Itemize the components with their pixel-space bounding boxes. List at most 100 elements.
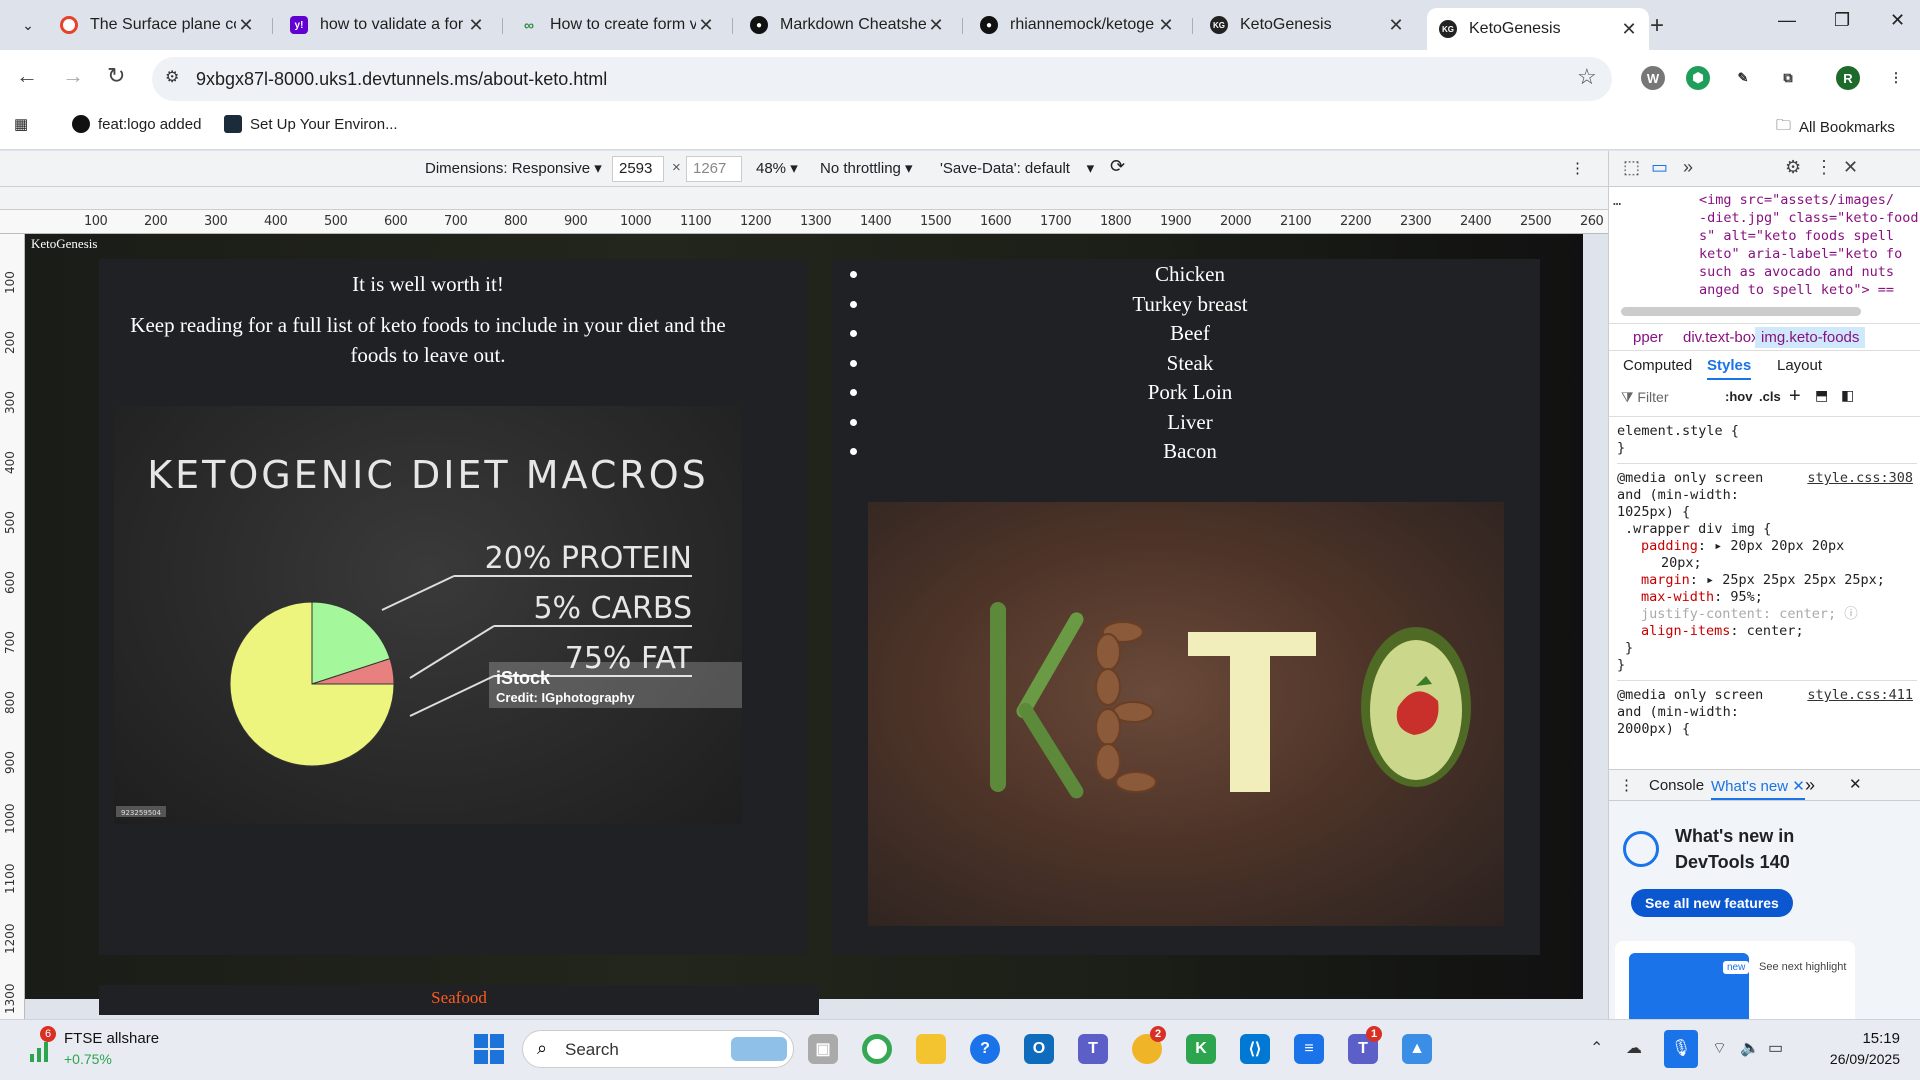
close-tab-icon[interactable]: ✕ — [1386, 15, 1406, 36]
tab-whats-new[interactable]: What's new ✕ — [1711, 777, 1805, 800]
horizontal-scrollbar[interactable] — [1621, 307, 1861, 316]
volume-icon[interactable]: 🔈 — [1740, 1038, 1760, 1058]
show-hidden-icons[interactable]: ⌃ — [1590, 1038, 1603, 1058]
vscode-icon[interactable]: ⟨⟩ — [1240, 1034, 1270, 1064]
tab-surface-plane[interactable]: The Surface plane co ✕ — [48, 8, 266, 42]
onedrive-icon[interactable]: ☁ — [1626, 1038, 1642, 1058]
shield-ext-icon[interactable]: ⬢ — [1686, 66, 1710, 90]
battery-icon[interactable]: ▭ — [1768, 1038, 1783, 1058]
drawer-more-icon[interactable]: » — [1805, 775, 1815, 796]
save-data-dropdown[interactable]: 'Save-Data': default ▾ — [940, 159, 1094, 177]
chrome-icon[interactable] — [862, 1034, 892, 1064]
throttling-dropdown[interactable]: No throttling ▾ — [820, 159, 913, 177]
file-explorer-icon[interactable] — [916, 1034, 946, 1064]
next-highlight-link[interactable]: See next highlight — [1759, 961, 1846, 973]
close-tab-icon[interactable]: ✕ — [696, 15, 716, 36]
close-tab-icon[interactable]: ✕ — [1156, 15, 1176, 36]
hov-button[interactable]: :hov — [1725, 389, 1752, 404]
photos-icon[interactable]: ▲ — [1402, 1034, 1432, 1064]
ellipsis-icon[interactable]: … — [1613, 193, 1621, 209]
help-icon[interactable]: ? — [970, 1034, 1000, 1064]
stock-change: +0.75% — [64, 1051, 112, 1067]
element-style-rule[interactable]: element.style { — [1617, 423, 1917, 440]
avatar[interactable]: R — [1836, 66, 1860, 90]
sidebar-toggle-icon[interactable]: ◧ — [1841, 387, 1854, 404]
close-drawer-icon[interactable]: ✕ — [1849, 775, 1862, 793]
tab-markdown-cheatsheet[interactable]: ● Markdown Cheatshe ✕ — [738, 8, 956, 42]
zoom-dropdown[interactable]: 48% ▾ — [756, 159, 798, 177]
tab-search-button[interactable]: ⌄ — [12, 9, 44, 41]
breadcrumb-item[interactable]: div.text-box — [1683, 329, 1759, 346]
taskbar-search[interactable]: ⌕ Search — [522, 1030, 794, 1068]
wifi-icon[interactable]: ⌔ — [1712, 1038, 1727, 1058]
site-info-icon[interactable]: ⚙ — [165, 67, 179, 87]
wordpress-ext-icon[interactable]: W — [1641, 66, 1665, 90]
tab-styles[interactable]: Styles — [1707, 357, 1752, 380]
microphone-icon[interactable]: 🎙 — [1664, 1030, 1698, 1068]
width-input[interactable]: 2593 — [612, 156, 664, 182]
close-tab-icon[interactable]: ✕ — [926, 15, 946, 36]
outlook-icon[interactable]: O — [1024, 1034, 1054, 1064]
apps-icon[interactable]: ▦ — [14, 115, 28, 133]
css-selector[interactable]: .wrapper div img { — [1617, 521, 1917, 538]
source-link[interactable]: style.css:411 — [1807, 687, 1913, 704]
close-devtools-icon[interactable]: ✕ — [1843, 157, 1858, 178]
filter-input[interactable]: ⧩ Filter — [1621, 389, 1669, 406]
stock-name[interactable]: FTSE allshare — [64, 1030, 159, 1047]
task-view-icon[interactable]: ▣ — [808, 1034, 838, 1064]
more-tabs-icon[interactable]: » — [1683, 157, 1693, 178]
see-all-features-button[interactable]: See all new features — [1631, 889, 1793, 917]
extensions-icon[interactable]: ⧉ — [1776, 66, 1800, 90]
tab-rhiannemock-repo[interactable]: ● rhiannemock/ketoge ✕ — [968, 8, 1186, 42]
clock-time[interactable]: 15:19 — [1820, 1030, 1900, 1047]
new-rule-icon[interactable]: + — [1789, 385, 1801, 408]
close-tab-icon[interactable]: ✕ — [466, 15, 486, 36]
start-icon[interactable] — [474, 1034, 504, 1064]
reload-icon[interactable]: ↻ — [107, 63, 125, 89]
tab-ketogenesis[interactable]: KG KetoGenesis ✕ — [1198, 8, 1416, 42]
settings-icon[interactable]: ⚙ — [1785, 157, 1801, 178]
tab-layout[interactable]: Layout — [1777, 357, 1822, 374]
maximize-icon[interactable]: ❐ — [1834, 10, 1850, 31]
html-snippet[interactable]: <img src="assets/images/ -diet.jpg" clas… — [1699, 191, 1918, 299]
keto-app-icon[interactable]: K — [1186, 1034, 1216, 1064]
drawer-menu-icon[interactable]: ⋮ — [1619, 776, 1634, 794]
close-tab-icon[interactable]: ✕ — [1619, 19, 1639, 40]
pen-ext-icon[interactable]: ✎ — [1731, 66, 1755, 90]
forward-icon[interactable]: → — [62, 63, 84, 89]
dimensions-dropdown[interactable]: Dimensions: Responsive ▾ — [425, 159, 602, 177]
source-link[interactable]: style.css:308 — [1807, 470, 1913, 487]
copilot-icon[interactable]: 2 — [1132, 1026, 1166, 1064]
menu-icon[interactable]: ⋮ — [1884, 66, 1908, 90]
new-tab-button[interactable]: + — [1650, 12, 1664, 40]
tab-console[interactable]: Console — [1649, 777, 1704, 794]
close-window-icon[interactable]: ✕ — [1890, 10, 1905, 31]
tab-create-form[interactable]: ∞ How to create form v ✕ — [508, 8, 726, 42]
device-toggle-icon[interactable]: ▭ — [1651, 157, 1668, 178]
breadcrumb-item-selected[interactable]: img.keto-foods — [1755, 327, 1866, 348]
devtools-menu-icon[interactable]: ⋮ — [1815, 157, 1833, 178]
bookmark-feat-logo[interactable]: feat:logo added — [72, 115, 201, 133]
teams-work-icon[interactable]: T 1 — [1348, 1026, 1382, 1064]
cls-button[interactable]: .cls — [1759, 389, 1781, 404]
bookmark-star-icon[interactable]: ☆ — [1577, 64, 1597, 90]
stock-chart-icon[interactable]: 6 — [26, 1026, 56, 1064]
inspect-icon[interactable]: ⬚ — [1623, 157, 1640, 178]
bookmark-setup-env[interactable]: Set Up Your Environ... — [224, 115, 398, 133]
rotate-icon[interactable]: ⟳ — [1110, 156, 1125, 177]
notepad-icon[interactable]: ≡ — [1294, 1034, 1324, 1064]
back-icon[interactable]: ← — [16, 63, 38, 89]
device-more-icon[interactable]: ⋮ — [1570, 159, 1585, 177]
url-text[interactable]: 9xbgx87l-8000.uks1.devtunnels.ms/about-k… — [196, 69, 607, 90]
tab-validate-form[interactable]: y! how to validate a for ✕ — [278, 8, 496, 42]
breadcrumb-item[interactable]: pper — [1633, 329, 1663, 346]
tab-computed[interactable]: Computed — [1623, 357, 1692, 374]
site-title[interactable]: KetoGenesis — [31, 236, 97, 252]
height-input[interactable]: 1267 — [686, 156, 742, 182]
tab-ketogenesis-active[interactable]: KG KetoGenesis ✕ — [1427, 8, 1649, 50]
close-tab-icon[interactable]: ✕ — [236, 15, 256, 36]
teams-icon[interactable]: T — [1078, 1034, 1108, 1064]
minimize-icon[interactable]: — — [1778, 10, 1796, 31]
paint-icon[interactable]: ⬒ — [1815, 387, 1828, 404]
all-bookmarks[interactable]: 🗀 All Bookmarks — [1776, 115, 1895, 140]
